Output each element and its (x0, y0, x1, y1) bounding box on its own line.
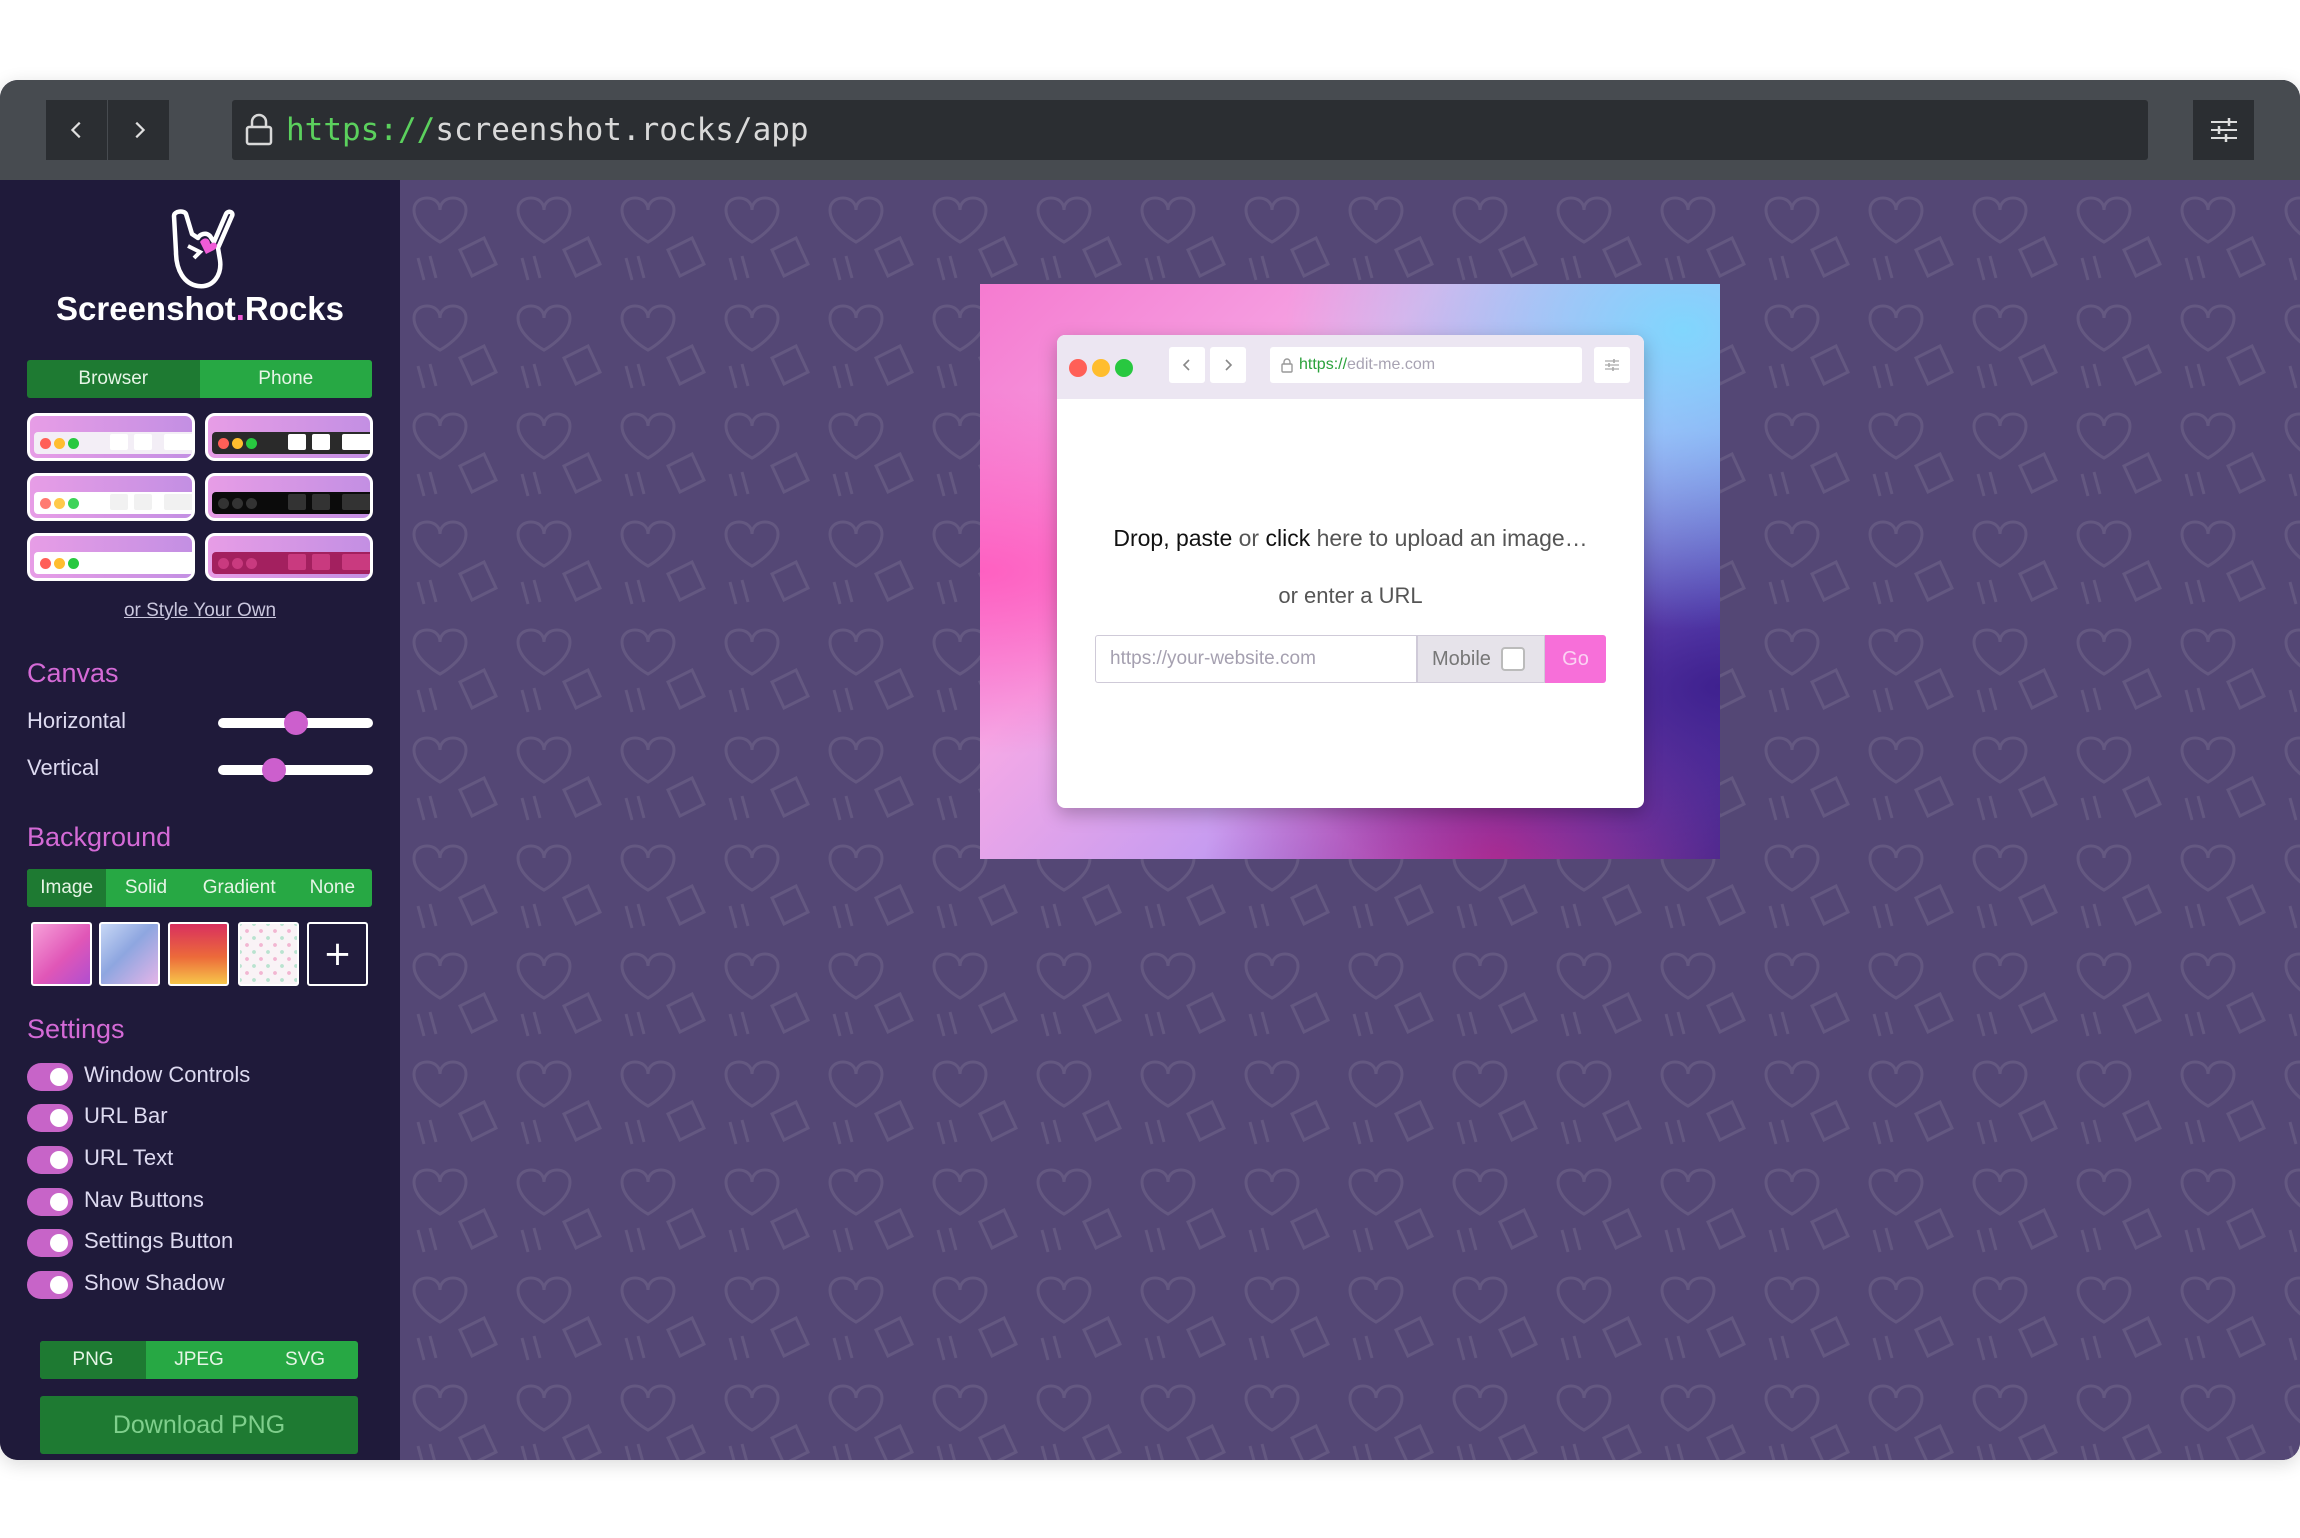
close-dot-icon (1069, 359, 1087, 377)
address-bar[interactable]: https://screenshot.rocks/app (232, 100, 2148, 160)
slider-knob[interactable] (261, 758, 286, 782)
mobile-label: Mobile (1432, 647, 1491, 670)
toggle-settings-button[interactable] (27, 1229, 73, 1257)
back-button[interactable] (46, 100, 107, 160)
preview-back-button (1169, 347, 1205, 383)
toggle-label: Window Controls (84, 1062, 251, 1087)
drop-instructions[interactable]: Drop, paste or click here to upload an i… (1057, 525, 1644, 552)
chevron-right-icon (1225, 359, 1233, 371)
canvas-title: Canvas (27, 658, 119, 688)
brand-suffix: Rocks (244, 290, 344, 327)
style-thumb-black[interactable] (205, 473, 373, 521)
url-protocol: https:// (286, 112, 436, 148)
preview-url-protocol: https:// (1299, 356, 1348, 373)
preview-settings-button (1594, 347, 1630, 383)
browser-toolbar: https://screenshot.rocks/app (0, 80, 2300, 180)
toggle-url-text[interactable] (27, 1146, 73, 1174)
slider-knob[interactable] (283, 711, 308, 735)
url-host: screenshot.rocks/app (435, 112, 809, 148)
style-thumb-magenta[interactable] (205, 533, 373, 581)
toggle-label: URL Bar (84, 1103, 168, 1128)
toggle-url-bar[interactable] (27, 1104, 73, 1132)
tab-phone[interactable]: Phone (199, 360, 372, 398)
style-thumb-dark-bar[interactable] (205, 413, 373, 461)
mode-tabs: Browser Phone (27, 360, 372, 398)
plus-icon: + (323, 934, 352, 974)
drop-rest: here to upload an image… (1310, 525, 1588, 551)
background-tabs: Image Solid Gradient None (27, 869, 372, 907)
click-word: click (1265, 525, 1311, 551)
drop-sep: , (1163, 525, 1176, 551)
background-title: Background (27, 822, 172, 852)
style-thumb-minimal[interactable] (27, 533, 195, 581)
style-thumb-soft[interactable] (27, 473, 195, 521)
chevron-right-icon (134, 121, 145, 139)
sidebar: Screenshot.Rocks Browser Phone or Style … (0, 180, 400, 1460)
lock-icon (245, 113, 273, 146)
sliders-icon (1605, 359, 1619, 371)
or-enter-url-text: or enter a URL (1278, 583, 1423, 608)
toggle-label: Show Shadow (84, 1270, 225, 1295)
background-swatch-floral[interactable] (238, 922, 299, 986)
website-url-input[interactable] (1095, 635, 1417, 683)
tab-none[interactable]: None (293, 869, 372, 907)
forward-button[interactable] (108, 100, 169, 160)
toggle-label: URL Text (84, 1145, 174, 1170)
browser-window: https://screenshot.rocks/app Screenshot.… (0, 80, 2300, 1460)
toggle-label: Nav Buttons (84, 1187, 204, 1212)
horizontal-label: Horizontal (27, 708, 127, 733)
canvas-area: https://edit-me.com Drop, paste or click… (400, 180, 2300, 1460)
style-your-own-link[interactable]: or Style Your Own (0, 600, 400, 622)
add-background-button[interactable]: + (307, 922, 368, 986)
preview-card[interactable]: https://edit-me.com Drop, paste or click… (980, 284, 1720, 859)
lock-icon (1281, 358, 1293, 373)
preview-browser-window: https://edit-me.com Drop, paste or click… (1057, 335, 1644, 808)
minimize-dot-icon (1092, 359, 1110, 377)
style-thumb-light[interactable] (27, 413, 195, 461)
background-swatch-pink[interactable] (31, 922, 92, 986)
format-png[interactable]: PNG (40, 1341, 146, 1379)
preview-address-bar: https://edit-me.com (1270, 347, 1582, 383)
paste-word: paste (1175, 525, 1233, 551)
download-button[interactable]: Download PNG (40, 1396, 358, 1454)
chevron-left-icon (70, 121, 81, 139)
settings-title: Settings (27, 1014, 125, 1044)
browser-settings-button[interactable] (2193, 100, 2254, 160)
rock-hand-logo-icon (0, 208, 400, 298)
drop-sep: or (1232, 525, 1266, 551)
preview-url-host: edit-me.com (1347, 356, 1436, 373)
chevron-left-icon (1182, 359, 1190, 371)
toggle-window-controls[interactable] (27, 1063, 73, 1091)
tab-gradient[interactable]: Gradient (186, 869, 293, 907)
mobile-option[interactable]: Mobile (1417, 635, 1545, 683)
brand-dot: . (235, 290, 245, 327)
toggle-show-shadow[interactable] (27, 1271, 73, 1299)
format-tabs: PNG JPEG SVG (40, 1341, 358, 1379)
preview-toolbar: https://edit-me.com (1057, 335, 1644, 399)
sliders-icon (2210, 118, 2237, 142)
vertical-slider[interactable] (218, 758, 373, 782)
brand-name: Screenshot.Rocks (0, 290, 400, 328)
vertical-label: Vertical (27, 755, 100, 780)
format-svg[interactable]: SVG (252, 1341, 358, 1379)
tab-solid[interactable]: Solid (106, 869, 185, 907)
drop-word: Drop (1113, 525, 1164, 551)
maximize-dot-icon (1115, 359, 1133, 377)
toggle-nav-buttons[interactable] (27, 1188, 73, 1216)
tab-browser[interactable]: Browser (27, 360, 200, 398)
format-jpeg[interactable]: JPEG (146, 1341, 252, 1379)
background-swatch-sunset[interactable] (168, 922, 229, 986)
tab-image[interactable]: Image (27, 869, 107, 907)
toggle-label: Settings Button (84, 1228, 234, 1253)
horizontal-slider[interactable] (218, 711, 373, 735)
preview-forward-button (1210, 347, 1246, 383)
go-button[interactable]: Go (1545, 635, 1606, 683)
brand-name-part: Screenshot (56, 290, 236, 327)
mobile-checkbox[interactable] (1500, 647, 1525, 671)
background-swatch-blue[interactable] (99, 922, 160, 986)
